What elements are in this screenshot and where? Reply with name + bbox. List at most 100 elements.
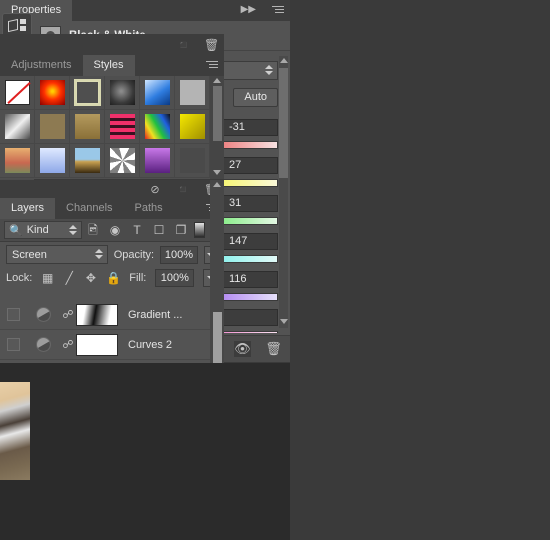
tab-layers[interactable]: Layers bbox=[0, 198, 56, 219]
style-chip bbox=[179, 80, 205, 105]
tab-styles[interactable]: Styles bbox=[82, 55, 135, 76]
tab-channels[interactable]: Channels bbox=[55, 198, 123, 219]
tab-paths[interactable]: Paths bbox=[124, 198, 174, 219]
style-chip bbox=[109, 80, 135, 105]
slider-value[interactable]: 116 bbox=[223, 270, 278, 288]
visibility-toggle[interactable] bbox=[0, 330, 26, 360]
type-filter-icon[interactable]: T bbox=[126, 221, 148, 239]
scroll-down-icon[interactable] bbox=[213, 170, 221, 175]
layer-name: Gradient ... bbox=[128, 308, 183, 321]
pink-stripe-style[interactable] bbox=[105, 110, 140, 144]
table-row[interactable]: ☍ Gradient ... bbox=[0, 300, 224, 330]
link-mask-icon[interactable]: ☍ bbox=[60, 338, 76, 351]
chevron-updown-icon bbox=[94, 249, 103, 259]
new-layer-icon[interactable]: ◾ bbox=[176, 183, 190, 196]
blend-mode-select[interactable]: Screen bbox=[6, 245, 108, 264]
lock-position-icon[interactable]: ✥ bbox=[85, 271, 98, 285]
opacity-value[interactable]: 100% bbox=[160, 245, 198, 264]
adjustment-filter-icon[interactable]: ◉ bbox=[104, 221, 126, 239]
blend-mode-row: Screen Opacity: 100% bbox=[0, 242, 224, 267]
chevron-updown-icon bbox=[265, 64, 273, 75]
style-chip bbox=[39, 80, 65, 105]
layers-header-icons: ⊘ ◾ 🗑 bbox=[0, 180, 224, 198]
style-chip bbox=[4, 80, 31, 105]
filter-kind-label: Kind bbox=[26, 224, 49, 236]
resize-grip[interactable] bbox=[278, 350, 290, 362]
style-chip bbox=[109, 114, 135, 139]
blue-sky-style[interactable] bbox=[140, 76, 175, 110]
adjustment-thumbnail[interactable] bbox=[26, 337, 60, 352]
slider-value[interactable]: 147 bbox=[223, 232, 278, 250]
lock-transparency-icon[interactable]: ▦ bbox=[41, 271, 54, 285]
layer-name: Curves 2 bbox=[128, 338, 173, 351]
slider-value[interactable]: 31 bbox=[223, 194, 278, 212]
style-chip bbox=[73, 79, 101, 106]
sunset-style[interactable] bbox=[0, 144, 35, 178]
new-adjustment-icon[interactable]: ◾ bbox=[176, 38, 191, 52]
red-glow-style[interactable] bbox=[35, 76, 70, 110]
lightblue-style[interactable] bbox=[35, 144, 70, 178]
properties-scrollbar[interactable] bbox=[279, 56, 288, 328]
tan-matte-style[interactable] bbox=[35, 110, 70, 144]
layer-mask-thumbnail[interactable] bbox=[76, 333, 118, 356]
adjustments-header: ◾ 🗑 bbox=[0, 34, 224, 55]
gray-flat-style[interactable] bbox=[175, 76, 210, 110]
auto-button[interactable]: Auto bbox=[233, 87, 278, 107]
properties-menu-icon[interactable] bbox=[272, 4, 286, 16]
fill-value[interactable]: 100% bbox=[155, 269, 195, 287]
scroll-up-icon[interactable] bbox=[213, 182, 221, 187]
lock-label: Lock: bbox=[6, 272, 33, 284]
purple-bevel-style[interactable] bbox=[140, 144, 175, 178]
lock-image-icon[interactable]: ╱ bbox=[63, 271, 76, 285]
dark-swirl-style[interactable] bbox=[105, 76, 140, 110]
table-row[interactable]: ☍ Curves 2 bbox=[0, 330, 224, 360]
yellow-bevel-style[interactable] bbox=[175, 110, 210, 144]
collapse-panel-icon[interactable]: ▶▶ bbox=[241, 4, 256, 15]
scroll-down-icon[interactable] bbox=[279, 319, 288, 324]
tab-adjustments[interactable]: Adjustments bbox=[0, 55, 83, 76]
style-chip bbox=[144, 114, 170, 139]
scrollbar-thumb[interactable] bbox=[279, 68, 288, 178]
style-chip bbox=[144, 80, 170, 105]
eye-icon[interactable]: 👁 bbox=[234, 341, 251, 357]
noise-style[interactable] bbox=[105, 144, 140, 178]
styles-scrollbar[interactable] bbox=[210, 76, 224, 179]
style-chip bbox=[4, 114, 30, 139]
layer-mask-thumbnail[interactable] bbox=[76, 303, 118, 326]
shape-filter-icon[interactable]: ☐ bbox=[148, 221, 170, 239]
styles-tabbar: Adjustments Styles bbox=[0, 55, 224, 76]
scroll-up-icon[interactable] bbox=[279, 58, 288, 63]
none-style[interactable] bbox=[0, 76, 35, 110]
resize-grip[interactable] bbox=[212, 43, 224, 55]
filter-kind-select[interactable]: 🔍 Kind bbox=[4, 221, 82, 239]
fill-label: Fill: bbox=[129, 272, 147, 284]
rainbow-style[interactable] bbox=[140, 110, 175, 144]
layers-tabbar: Layers Channels Paths bbox=[0, 198, 224, 219]
scrollbar-thumb[interactable] bbox=[213, 86, 222, 141]
styles-menu-icon[interactable] bbox=[206, 59, 220, 71]
filter-toggle-icon[interactable] bbox=[194, 222, 205, 238]
canvas-area bbox=[0, 363, 290, 540]
lock-all-icon[interactable]: 🔒 bbox=[106, 271, 121, 285]
silver-bevel-style[interactable] bbox=[0, 110, 35, 144]
visibility-toggle[interactable] bbox=[0, 300, 26, 330]
cancel-icon[interactable]: ⊘ bbox=[148, 183, 162, 196]
scroll-up-icon[interactable] bbox=[213, 78, 221, 83]
slider-value[interactable]: -31 bbox=[223, 118, 278, 136]
pixel-filter-icon[interactable]: 🖻 bbox=[82, 221, 104, 239]
smart-object-filter-icon[interactable]: ❐ bbox=[170, 221, 192, 239]
adjustment-thumbnail[interactable] bbox=[26, 307, 60, 322]
link-mask-icon[interactable]: ☍ bbox=[60, 308, 76, 321]
style-chip bbox=[74, 148, 100, 173]
slider-value[interactable]: 27 bbox=[223, 156, 278, 174]
slider-value[interactable] bbox=[223, 308, 278, 326]
document-thumbnail bbox=[0, 382, 30, 480]
dark-flat-style[interactable] bbox=[175, 144, 210, 178]
style-chip bbox=[109, 148, 135, 173]
landscape-style[interactable] bbox=[70, 144, 105, 178]
gold-matte-style[interactable] bbox=[70, 110, 105, 144]
search-icon: 🔍 bbox=[9, 224, 23, 237]
visibility-checkbox bbox=[6, 338, 20, 351]
outline-style[interactable] bbox=[70, 76, 105, 110]
style-chip bbox=[179, 114, 205, 139]
